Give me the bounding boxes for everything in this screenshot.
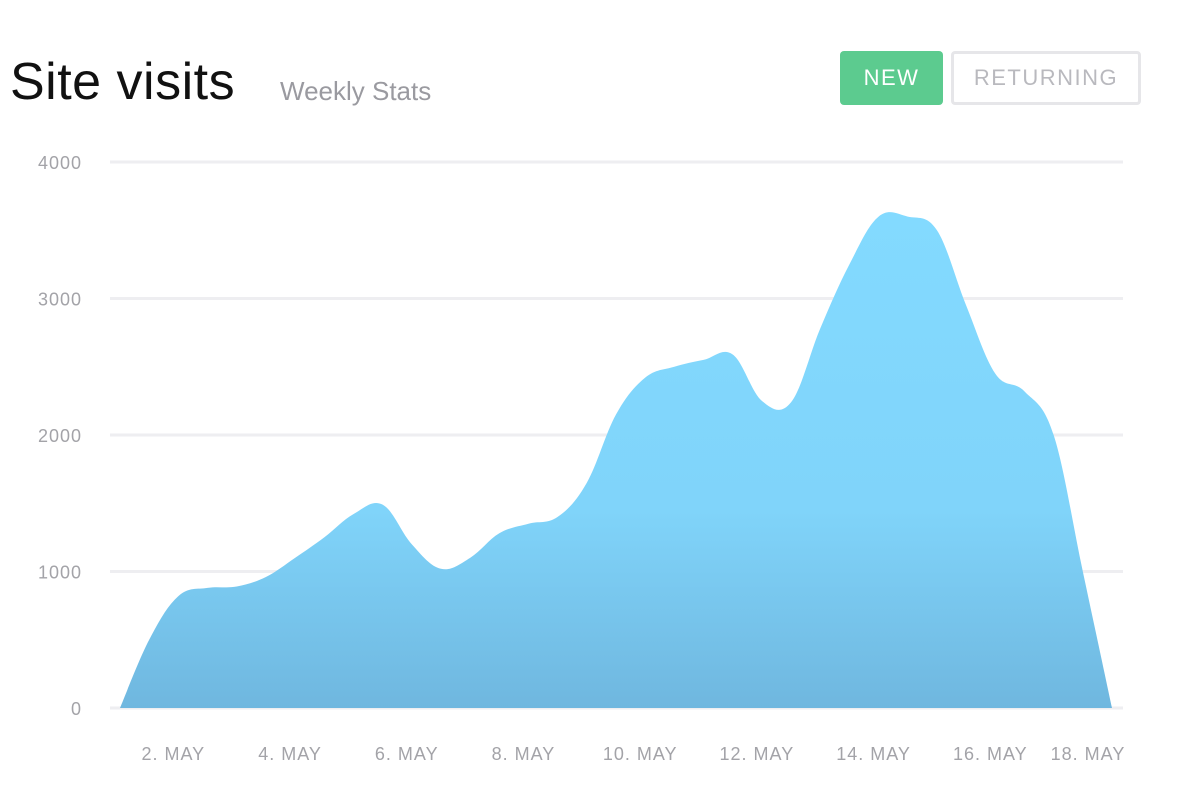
x-tick-label: 18. MAY — [1051, 744, 1126, 764]
x-axis: 2. MAY 4. MAY 6. MAY 8. MAY 10. MAY 12. MAY 14… — [142, 744, 1126, 764]
x-tick-label: 4. MAY — [258, 744, 322, 764]
x-tick-label: 14. MAY — [836, 744, 911, 764]
x-tick-label: 8. MAY — [492, 744, 556, 764]
x-tick-label: 12. MAY — [720, 744, 795, 764]
y-tick-label: 4000 — [38, 153, 82, 173]
y-tick-label: 3000 — [38, 290, 82, 310]
site-visits-chart: 0 1000 2000 3000 4000 2. MAY 4. MAY 6. MAY 8. M… — [38, 153, 1126, 764]
x-tick-label: 6. MAY — [375, 744, 439, 764]
y-axis: 0 1000 2000 3000 4000 — [38, 153, 82, 719]
x-tick-label: 10. MAY — [603, 744, 678, 764]
y-tick-label: 1000 — [38, 563, 82, 583]
x-tick-label: 2. MAY — [142, 744, 206, 764]
y-tick-label: 0 — [71, 699, 82, 719]
visits-area — [120, 212, 1112, 709]
y-tick-label: 2000 — [38, 426, 82, 446]
x-tick-label: 16. MAY — [953, 744, 1028, 764]
visits-series — [120, 212, 1112, 709]
